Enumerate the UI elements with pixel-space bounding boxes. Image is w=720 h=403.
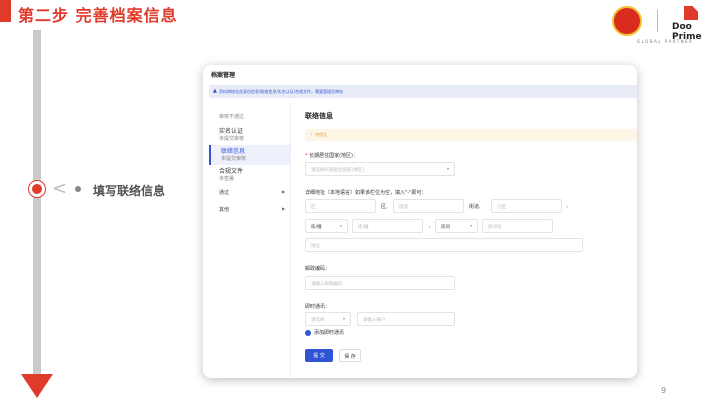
app-screenshot: 档案管理 ▲ 资料审核包含身份信息/联络信息/实名认证/合规文件，需要管理员审核 … <box>203 65 637 378</box>
item-label: 联络信息 <box>221 148 246 155</box>
contact-form: 联络信息 ! 待提交 * 长期居住国家(地区)： 请选择长期居住国家(地区) ▾ … <box>305 103 637 378</box>
placeholder: 请选择 <box>311 318 325 323</box>
sidebar-group-passed[interactable]: 通过 ▶ <box>219 189 285 196</box>
country-select[interactable]: 请选择长期居住国家(地区) ▾ <box>305 162 455 176</box>
chevron-left-icon: < <box>52 178 68 199</box>
item-status: 未签署 <box>219 176 235 182</box>
step-marker <box>29 181 45 197</box>
comma: , <box>567 203 569 209</box>
sidebar-group-other[interactable]: 其他 ▶ <box>219 206 285 213</box>
group-label: 其他 <box>219 207 230 213</box>
im-type-select[interactable]: 请选择 ▾ <box>305 312 351 326</box>
country-label: * 长期居住国家(地区)： <box>305 153 358 159</box>
postal-label: 邮政编码： <box>305 266 331 272</box>
manchester-united-logo <box>612 6 642 36</box>
chevron-down-icon: ▾ <box>339 223 342 228</box>
plus-circle-icon <box>305 329 311 336</box>
sidebar-item-verification[interactable]: 实名认证 未提交审核 <box>219 126 244 142</box>
street-suffix: 街道, <box>469 204 481 210</box>
caret-right-icon: ▶ <box>282 189 286 194</box>
room-input[interactable]: 房间号 <box>482 219 553 233</box>
page-number: 9 <box>661 386 667 395</box>
building-type-select[interactable]: 栋/幢 ▾ <box>305 219 348 233</box>
address-input[interactable]: 地址 <box>305 238 583 252</box>
add-im-button[interactable]: 添加即时通讯 <box>305 329 344 336</box>
comma: , <box>429 223 431 229</box>
selected-value: 栋/幢 <box>311 225 322 230</box>
app-header: 档案管理 <box>211 72 236 79</box>
address-label: 详细地址（本地语言）如果该栏位为空，填入"-"即可： <box>305 190 427 196</box>
slide-title: 第二步 完善档案信息 <box>18 6 178 25</box>
selected-value: 房间 <box>441 225 450 230</box>
chevron-down-icon: ▾ <box>469 223 472 228</box>
item-label: 实名认证 <box>219 128 244 135</box>
info-banner: ▲ 资料审核包含身份信息/联络信息/实名认证/合规文件，需要管理员审核 <box>209 85 637 98</box>
step-label: 填写联络信息 <box>93 184 166 198</box>
im-label: 即时通讯： <box>305 304 331 310</box>
status-badge: ! 待提交 <box>305 129 637 141</box>
save-button[interactable]: 保 存 <box>339 349 361 362</box>
room-type-select[interactable]: 房间 ▾ <box>435 219 478 233</box>
im-account-input[interactable]: 请输入账户 <box>357 312 455 326</box>
placeholder: 请选择长期居住国家(地区) <box>311 168 365 173</box>
item-label: 合规文件 <box>219 168 244 175</box>
status-text: 待提交 <box>315 132 328 137</box>
banner-text: 资料审核包含身份信息/联络信息/实名认证/合规文件，需要管理员审核 <box>219 89 344 94</box>
district-input[interactable]: 区 <box>305 199 376 213</box>
building-input[interactable]: 栋/幢 <box>352 219 423 233</box>
chevron-down-icon: ▾ <box>342 316 345 321</box>
bullet-icon <box>75 186 81 192</box>
item-status: 未提交审核 <box>219 136 245 142</box>
partner-tagline: GLOBAL PARTNER <box>637 39 694 44</box>
street-input[interactable]: 街道 <box>393 199 464 213</box>
group-label: 通过 <box>219 190 230 196</box>
sidebar-status-heading: 审核不通过 <box>219 114 245 120</box>
sidebar-item-contact[interactable]: 联络信息 未提交审核 <box>209 145 291 165</box>
district-suffix: 区, <box>381 204 388 210</box>
add-im-label: 添加即时通讯 <box>314 330 345 336</box>
caret-right-icon: ▶ <box>282 206 286 211</box>
label-text: 长期居住国家(地区)： <box>309 153 358 159</box>
sidebar-item-compliance[interactable]: 合规文件 未签署 <box>219 166 243 182</box>
item-status: 未提交审核 <box>221 156 247 162</box>
logo-divider <box>657 10 658 32</box>
warning-icon: ▲ <box>213 88 217 94</box>
arrow-down-icon <box>21 374 53 398</box>
doo-prime-logo-icon <box>684 6 698 20</box>
postal-input[interactable]: 请输入邮政编码 <box>305 276 455 290</box>
form-title: 联络信息 <box>305 112 333 120</box>
community-input[interactable]: 小区 <box>491 199 562 213</box>
progress-line <box>33 30 41 380</box>
submit-button[interactable]: 提 交 <box>305 349 333 362</box>
sidebar: 审核不通过 实名认证 未提交审核 联络信息 未提交审核 合规文件 未签署 通过 ▶ 其他… <box>203 103 291 378</box>
title-accent <box>0 0 11 22</box>
chevron-down-icon: ▾ <box>446 166 449 171</box>
